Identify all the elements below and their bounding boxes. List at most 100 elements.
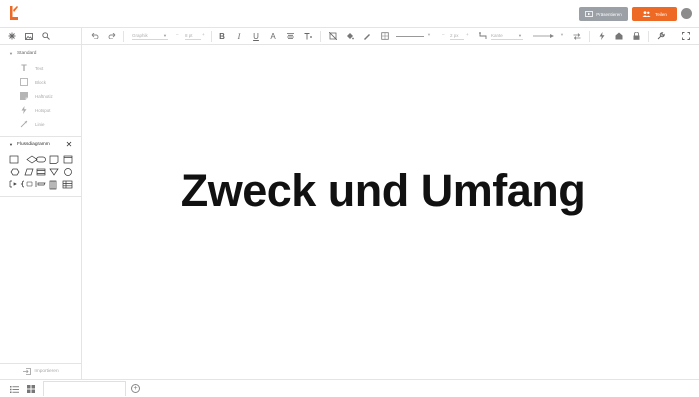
fullscreen-icon[interactable] [680,30,692,42]
share-button[interactable]: Teilen [632,7,677,21]
toolbar-left-group [0,28,82,45]
list-view-icon[interactable] [9,384,19,394]
lightning-icon[interactable] [596,30,608,42]
section-divider [0,136,82,137]
present-icon [585,11,594,17]
home-icon[interactable] [613,30,625,42]
font-family-value: Graphik [132,33,148,38]
add-page-icon[interactable]: + [131,384,140,393]
table-shape-icon [62,180,73,189]
note-shape-icon [49,155,59,164]
redo-icon[interactable] [106,30,118,42]
lightning-icon [20,106,28,114]
flowchart-shapes-grid[interactable] [9,154,75,190]
present-label: Präsentieren [596,11,622,17]
grid-view-icon[interactable] [26,384,36,394]
document-shape-icon [63,155,73,164]
shape-library-panel: ▼ Standard T Text Block Haftnotiz Hotspo… [0,45,82,379]
annotation-shape-icon [35,181,46,187]
swap-arrows-icon[interactable] [571,30,583,42]
tool-label: Haftnotiz [35,93,53,99]
line-color-icon[interactable] [361,30,373,42]
standard-section-title: Standard [16,50,37,56]
tool-text[interactable]: T Text [20,63,80,73]
text-options-icon[interactable] [302,30,314,42]
toolbar-separator [211,31,212,42]
connector-type-select[interactable]: Kante ▼ [491,32,523,40]
data-shape-icon [24,168,34,176]
text-color-icon[interactable]: A [267,30,279,42]
tool-line[interactable]: Linie [20,119,80,129]
wrench-icon[interactable] [655,30,667,42]
fill-bucket-icon[interactable] [344,30,356,42]
document-canvas[interactable]: Zweck und Umfang [83,45,699,379]
lock-icon[interactable] [630,30,642,42]
font-size-value: 8 pt [185,33,193,38]
top-header: Präsentieren Teilen [0,0,699,28]
toolbar-separator [320,31,321,42]
text-tool-icon: T [21,63,27,73]
preparation-shape-icon [10,168,20,176]
shapes-icon[interactable] [6,30,18,42]
share-label: Teilen [655,11,667,17]
tool-sticky-note[interactable]: Haftnotiz [20,91,80,101]
brace-shape-icon [20,180,25,188]
line-width-field[interactable]: 2 px [450,32,464,40]
app-logo-icon[interactable] [9,6,19,20]
terminator-shape-icon [36,156,46,163]
chevron-down-icon[interactable]: ▼ [427,32,431,37]
toolbar-separator [589,31,590,42]
connector-icon[interactable] [477,30,489,42]
tool-hotspot[interactable]: Hotspot [20,105,80,115]
line-width-decrease-icon[interactable]: – [442,32,445,37]
connector-type-value: Kante [491,33,503,38]
import-icon [23,368,32,375]
undo-icon[interactable] [89,30,101,42]
font-family-select[interactable]: Graphik ▼ [132,32,168,40]
tool-label: Text [35,65,44,71]
sticky-note-icon [20,92,28,100]
merge-shape-icon [49,168,59,176]
standard-section-header[interactable]: ▼ Standard [0,47,82,59]
formatting-toolbar: Graphik ▼ – 8 pt + B I U A ▼ – 2 px + Ka… [0,28,699,45]
process-shape-icon [9,155,19,164]
tool-block[interactable]: Block [20,77,80,87]
border-style-icon[interactable] [379,30,391,42]
line-width-value: 2 px [450,33,459,38]
import-label: Importieren [34,369,59,374]
section-divider [0,196,82,197]
align-icon[interactable] [284,30,296,42]
canvas-title-text[interactable]: Zweck und Umfang [83,165,683,217]
line-tool-icon [20,120,28,128]
flowchart-section-title: Flussdiagramm [16,141,50,147]
font-size-increase-icon[interactable]: + [202,32,205,37]
decision-shape-icon [26,155,38,164]
bottom-page-bar: + [0,379,699,397]
connector-circle-icon [64,168,72,176]
no-fill-icon[interactable] [327,30,339,42]
bold-icon[interactable]: B [216,30,228,42]
bracket-shape-icon [9,180,17,188]
search-icon[interactable] [40,30,52,42]
predefined-process-icon [36,168,46,176]
image-icon[interactable] [23,30,35,42]
line-width-increase-icon[interactable]: + [466,32,469,37]
chevron-down-icon: ▼ [518,33,522,38]
chevron-down-icon[interactable]: ▼ [560,32,564,37]
line-style-preview[interactable] [396,36,424,37]
close-icon[interactable]: ✕ [65,140,73,149]
italic-icon[interactable]: I [233,30,245,42]
font-size-decrease-icon[interactable]: – [176,32,179,37]
page-tab[interactable] [43,381,126,396]
swimlane-shape-icon [49,180,57,190]
present-button[interactable]: Präsentieren [579,7,628,21]
chevron-down-icon: ▼ [9,141,13,147]
tool-label: Linie [35,121,45,127]
line-ending-select[interactable] [532,30,556,42]
people-icon [642,11,651,17]
chevron-down-icon: ▼ [163,33,167,38]
font-size-field[interactable]: 8 pt [185,32,201,40]
user-avatar[interactable] [681,8,692,19]
import-button[interactable]: Importieren [0,363,82,379]
underline-icon[interactable]: U [250,30,262,42]
